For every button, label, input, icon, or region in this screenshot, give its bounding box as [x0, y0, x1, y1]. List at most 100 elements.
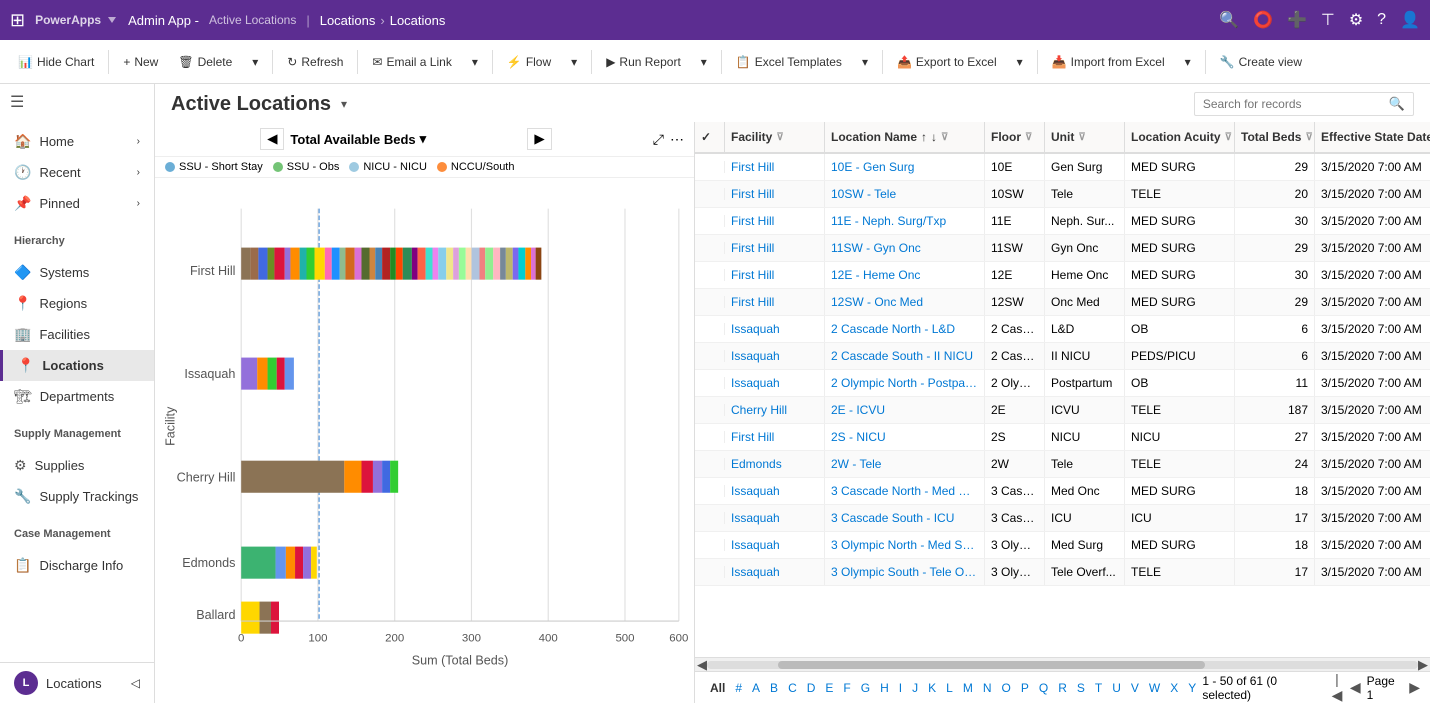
sidebar-item-home[interactable]: 🏠 Home ›: [0, 126, 154, 157]
row-location-name[interactable]: 2 Cascade North - L&D: [825, 316, 985, 342]
search-icon[interactable]: 🔍: [1219, 10, 1239, 30]
run-report-button[interactable]: ▶ Run Report: [598, 51, 689, 73]
alpha-button-a[interactable]: A: [747, 679, 765, 697]
hide-chart-button[interactable]: 📊 Hide Chart: [10, 51, 102, 73]
alpha-button-s[interactable]: S: [1072, 679, 1090, 697]
row-facility[interactable]: First Hill: [725, 235, 825, 261]
run-report-dropdown-button[interactable]: ▾: [693, 51, 715, 73]
row-facility[interactable]: First Hill: [725, 208, 825, 234]
alpha-button-i[interactable]: I: [894, 679, 907, 697]
scroll-thumb[interactable]: [778, 661, 1205, 669]
alpha-button-w[interactable]: W: [1144, 679, 1165, 697]
row-check[interactable]: [695, 350, 725, 362]
new-button[interactable]: + New: [115, 51, 166, 73]
delete-button[interactable]: 🗑 Delete: [170, 51, 240, 73]
chart-expand-button[interactable]: ⤢: [653, 131, 664, 148]
beds-filter-icon[interactable]: ⊽: [1305, 132, 1312, 143]
row-facility[interactable]: First Hill: [725, 154, 825, 180]
row-facility[interactable]: Issaquah: [725, 370, 825, 396]
add-icon[interactable]: ➕: [1287, 10, 1307, 30]
chart-next-button[interactable]: ▶: [527, 128, 551, 150]
row-location-name[interactable]: 3 Olympic South - Tele Overfo: [825, 559, 985, 585]
sidebar-item-supplies[interactable]: ⚙ Supplies: [0, 450, 154, 481]
page-next-button[interactable]: ▶: [1409, 679, 1420, 696]
horiz-scroll[interactable]: ◀ ▶: [695, 657, 1430, 671]
export-excel-button[interactable]: 📤 Export to Excel: [889, 51, 1005, 73]
import-excel-button[interactable]: 📥 Import from Excel: [1044, 51, 1173, 73]
row-location-name[interactable]: 11SW - Gyn Onc: [825, 235, 985, 261]
row-location-name[interactable]: 2 Cascade South - II NICU: [825, 343, 985, 369]
row-check[interactable]: [695, 404, 725, 416]
sidebar-bottom[interactable]: L Locations ◁: [0, 662, 154, 703]
row-location-name[interactable]: 3 Cascade North - Med Onc: [825, 478, 985, 504]
waffle-icon[interactable]: ⊞: [10, 10, 25, 31]
row-facility[interactable]: First Hill: [725, 181, 825, 207]
create-view-button[interactable]: 🔧 Create view: [1212, 51, 1310, 73]
search-input[interactable]: [1203, 97, 1383, 111]
alpha-button-all[interactable]: All: [705, 679, 730, 697]
filter-icon[interactable]: ⊤: [1321, 10, 1335, 30]
row-facility[interactable]: Cherry Hill: [725, 397, 825, 423]
chart-title-dropdown[interactable]: Total Available Beds ▾: [290, 131, 426, 147]
alpha-button-#[interactable]: #: [730, 679, 747, 697]
row-check[interactable]: [695, 323, 725, 335]
excel-templates-button[interactable]: 📋 Excel Templates: [728, 51, 850, 73]
row-check[interactable]: [695, 188, 725, 200]
alpha-button-y[interactable]: Y: [1183, 679, 1201, 697]
alpha-button-v[interactable]: V: [1126, 679, 1144, 697]
alpha-button-e[interactable]: E: [820, 679, 838, 697]
row-facility[interactable]: Edmonds: [725, 451, 825, 477]
col-header-floor[interactable]: Floor ⊽: [985, 122, 1045, 152]
row-location-name[interactable]: 10E - Gen Surg: [825, 154, 985, 180]
row-location-name[interactable]: 12E - Heme Onc: [825, 262, 985, 288]
page-prev-button[interactable]: ◀: [1350, 679, 1361, 696]
row-location-name[interactable]: 2S - NICU: [825, 424, 985, 450]
search-icon-btn[interactable]: 🔍: [1389, 96, 1405, 112]
sidebar-item-supply-trackings[interactable]: 🔧 Supply Trackings: [0, 481, 154, 512]
sidebar-item-discharge-info[interactable]: 📋 Discharge Info: [0, 550, 154, 581]
col-header-facility[interactable]: Facility ⊽: [725, 122, 825, 152]
floor-filter-icon[interactable]: ⊽: [1025, 132, 1032, 143]
sidebar-item-regions[interactable]: 📍 Regions: [0, 288, 154, 319]
row-check[interactable]: [695, 512, 725, 524]
row-location-name[interactable]: 3 Cascade South - ICU: [825, 505, 985, 531]
sidebar-item-systems[interactable]: 🔷 Systems: [0, 257, 154, 288]
row-facility[interactable]: First Hill: [725, 424, 825, 450]
sort-asc-icon[interactable]: ↑: [921, 130, 927, 144]
alpha-button-j[interactable]: J: [907, 679, 923, 697]
alpha-button-g[interactable]: G: [856, 679, 875, 697]
row-location-name[interactable]: 3 Olympic North - Med Surg: [825, 532, 985, 558]
flow-button[interactable]: ⚡ Flow: [499, 51, 559, 73]
col-header-unit[interactable]: Unit ⊽: [1045, 122, 1125, 152]
alpha-button-u[interactable]: U: [1107, 679, 1126, 697]
row-location-name[interactable]: 2E - ICVU: [825, 397, 985, 423]
settings-icon[interactable]: ⚙: [1349, 10, 1363, 30]
breadcrumb-locations1[interactable]: Locations: [320, 13, 376, 28]
alpha-button-q[interactable]: Q: [1034, 679, 1053, 697]
alpha-button-p[interactable]: P: [1016, 679, 1034, 697]
alpha-button-m[interactable]: M: [958, 679, 978, 697]
sidebar-item-departments[interactable]: 🏗 Departments: [0, 381, 154, 412]
col-header-beds[interactable]: Total Beds ⊽: [1235, 122, 1315, 152]
alpha-button-r[interactable]: R: [1053, 679, 1072, 697]
refresh-icon[interactable]: ⭕: [1253, 10, 1273, 30]
refresh-button[interactable]: ↻ Refresh: [279, 51, 351, 73]
alpha-button-f[interactable]: F: [838, 679, 855, 697]
row-facility[interactable]: Issaquah: [725, 478, 825, 504]
col-header-location[interactable]: Location Name ↑ ↓ ⊽: [825, 122, 985, 152]
acuity-filter-icon[interactable]: ⊽: [1225, 132, 1232, 143]
row-facility[interactable]: Issaquah: [725, 559, 825, 585]
row-facility[interactable]: First Hill: [725, 289, 825, 315]
location-filter-icon[interactable]: ⊽: [941, 132, 948, 143]
row-check[interactable]: [695, 215, 725, 227]
alpha-button-b[interactable]: B: [765, 679, 783, 697]
row-check[interactable]: [695, 161, 725, 173]
row-check[interactable]: [695, 269, 725, 281]
row-check[interactable]: [695, 485, 725, 497]
email-dropdown-button[interactable]: ▾: [464, 51, 486, 73]
alpha-button-t[interactable]: T: [1090, 679, 1107, 697]
scroll-track[interactable]: [707, 661, 1418, 669]
row-check[interactable]: [695, 566, 725, 578]
import-dropdown-button[interactable]: ▾: [1177, 51, 1199, 73]
export-dropdown-button[interactable]: ▾: [1009, 51, 1031, 73]
